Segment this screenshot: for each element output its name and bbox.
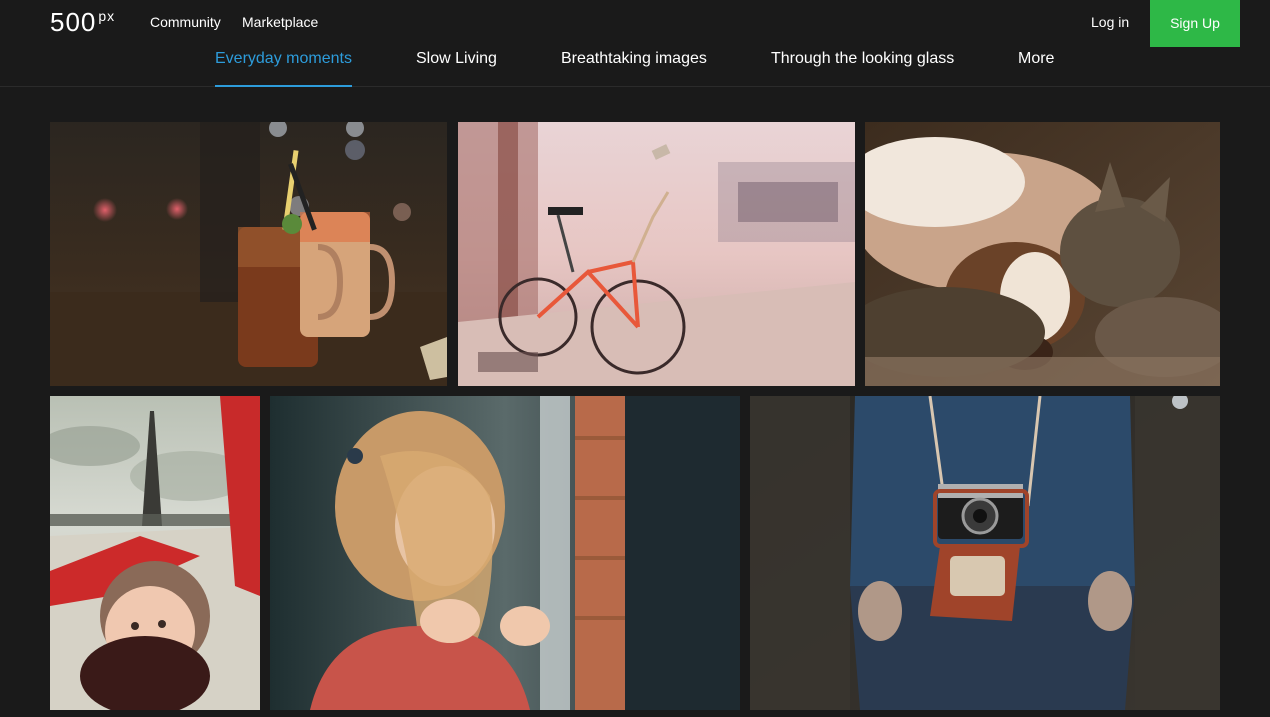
photo-dog-and-cat[interactable] <box>865 122 1220 386</box>
photo-eiffel-tower[interactable] <box>50 396 260 710</box>
photo-bicycle-image <box>458 122 855 386</box>
photo-dog-and-cat-image <box>865 122 1220 386</box>
tab-more[interactable]: More <box>1018 50 1054 87</box>
logo-px: px <box>98 8 116 24</box>
nav-marketplace-link[interactable]: Marketplace <box>242 13 318 31</box>
photo-drinks[interactable] <box>50 122 447 386</box>
signup-button[interactable]: Sign Up <box>1150 0 1240 47</box>
photo-girl-by-window-image <box>270 396 740 710</box>
photo-vintage-camera-image <box>750 396 1220 710</box>
500px-logo[interactable]: 500 px <box>50 7 116 37</box>
photo-vintage-camera[interactable] <box>750 396 1220 710</box>
photo-eiffel-tower-image <box>50 396 260 710</box>
tab-everyday-moments[interactable]: Everyday moments <box>215 50 352 87</box>
category-tabs: Everyday moments Slow Living Breathtakin… <box>0 47 1270 87</box>
photo-drinks-image <box>50 122 447 386</box>
tab-breathtaking-images[interactable]: Breathtaking images <box>561 50 707 87</box>
top-navigation-bar: 500 px Community Marketplace Log in Sign… <box>0 0 1270 47</box>
logo-digits: 500 <box>50 7 97 37</box>
tab-through-the-looking-glass[interactable]: Through the looking glass <box>771 50 954 87</box>
login-link[interactable]: Log in <box>1091 13 1129 31</box>
nav-community-link[interactable]: Community <box>150 13 221 31</box>
photo-bicycle[interactable] <box>458 122 855 386</box>
photo-girl-by-window[interactable] <box>270 396 740 710</box>
tab-slow-living[interactable]: Slow Living <box>416 50 497 87</box>
